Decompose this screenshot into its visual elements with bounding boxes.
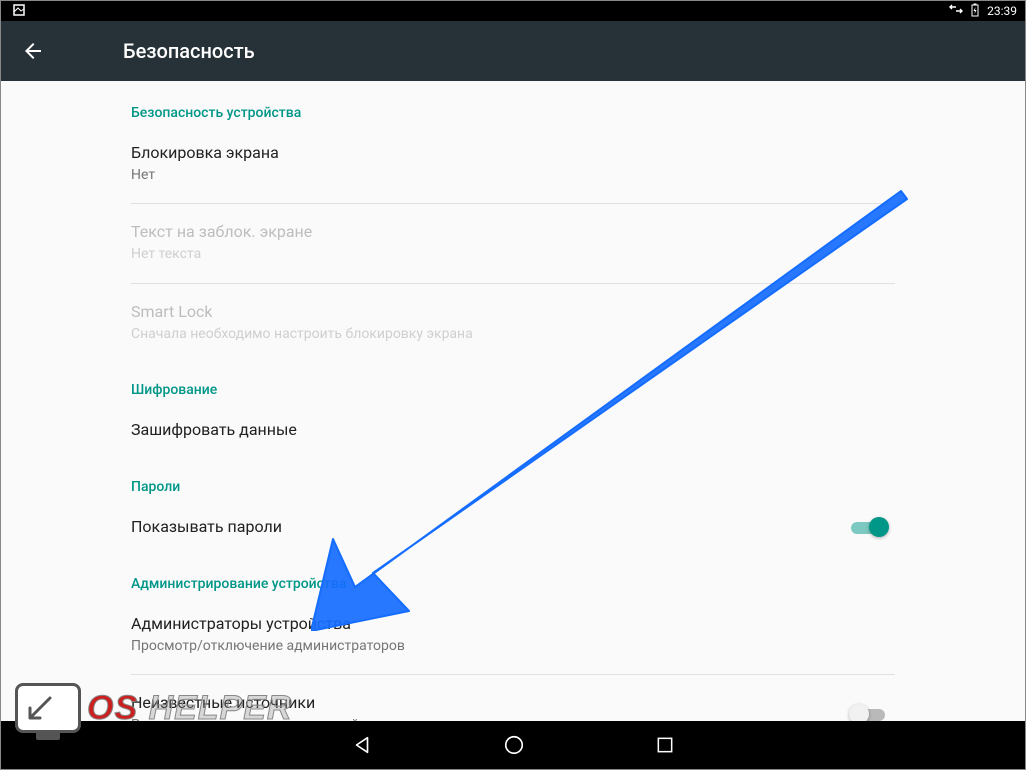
nav-back-icon[interactable] — [351, 734, 373, 756]
section-header-encryption: Шифрование — [131, 358, 895, 406]
item-subtitle: Сначала необходимо настроить блокировку … — [131, 325, 895, 345]
item-subtitle: Нет текста — [131, 245, 895, 265]
screenshot-icon — [9, 4, 25, 19]
item-title: Зашифровать данные — [131, 420, 895, 441]
item-subtitle: Нет — [131, 166, 895, 186]
watermark-oshelper: OS HELPER — [15, 683, 292, 733]
watermark-os: OS — [87, 689, 138, 727]
item-title: Текст на заблок. экране — [131, 222, 895, 243]
watermark-helper: HELPER — [138, 689, 292, 727]
watermark-text: OS HELPER — [87, 689, 292, 728]
item-subtitle: Просмотр/отключение администраторов — [131, 637, 895, 657]
nav-home-icon[interactable] — [503, 734, 525, 756]
section-header-device-security: Безопасность устройства — [131, 81, 895, 129]
divider — [131, 203, 895, 204]
item-show-passwords[interactable]: Показывать пароли — [131, 503, 895, 552]
monitor-icon — [15, 683, 81, 733]
item-device-admins[interactable]: Администраторы устройства Просмотр/отклю… — [131, 600, 895, 670]
item-title: Smart Lock — [131, 302, 895, 323]
status-bar: 23:39 — [1, 1, 1025, 21]
item-screen-lock[interactable]: Блокировка экрана Нет — [131, 129, 895, 199]
battery-charging-icon — [971, 3, 979, 20]
app-bar: Безопасность — [1, 21, 1025, 81]
status-time: 23:39 — [987, 4, 1017, 18]
item-encrypt-data[interactable]: Зашифровать данные — [131, 406, 895, 455]
toggle-show-passwords[interactable] — [851, 517, 887, 537]
item-smart-lock: Smart Lock Сначала необходимо настроить … — [131, 288, 895, 358]
settings-content: Безопасность устройства Блокировка экран… — [1, 81, 1025, 723]
nav-recent-icon[interactable] — [655, 735, 675, 755]
item-title: Администраторы устройства — [131, 614, 895, 635]
back-arrow-icon[interactable] — [21, 39, 45, 63]
section-header-device-admin: Администрирование устройства — [131, 552, 895, 600]
page-title: Безопасность — [123, 39, 255, 63]
item-lock-screen-text: Текст на заблок. экране Нет текста — [131, 208, 895, 278]
data-transfer-icon — [949, 3, 963, 19]
section-header-passwords: Пароли — [131, 455, 895, 503]
item-title: Блокировка экрана — [131, 143, 895, 164]
item-title: Показывать пароли — [131, 517, 851, 538]
divider — [131, 283, 895, 284]
divider — [131, 674, 895, 675]
